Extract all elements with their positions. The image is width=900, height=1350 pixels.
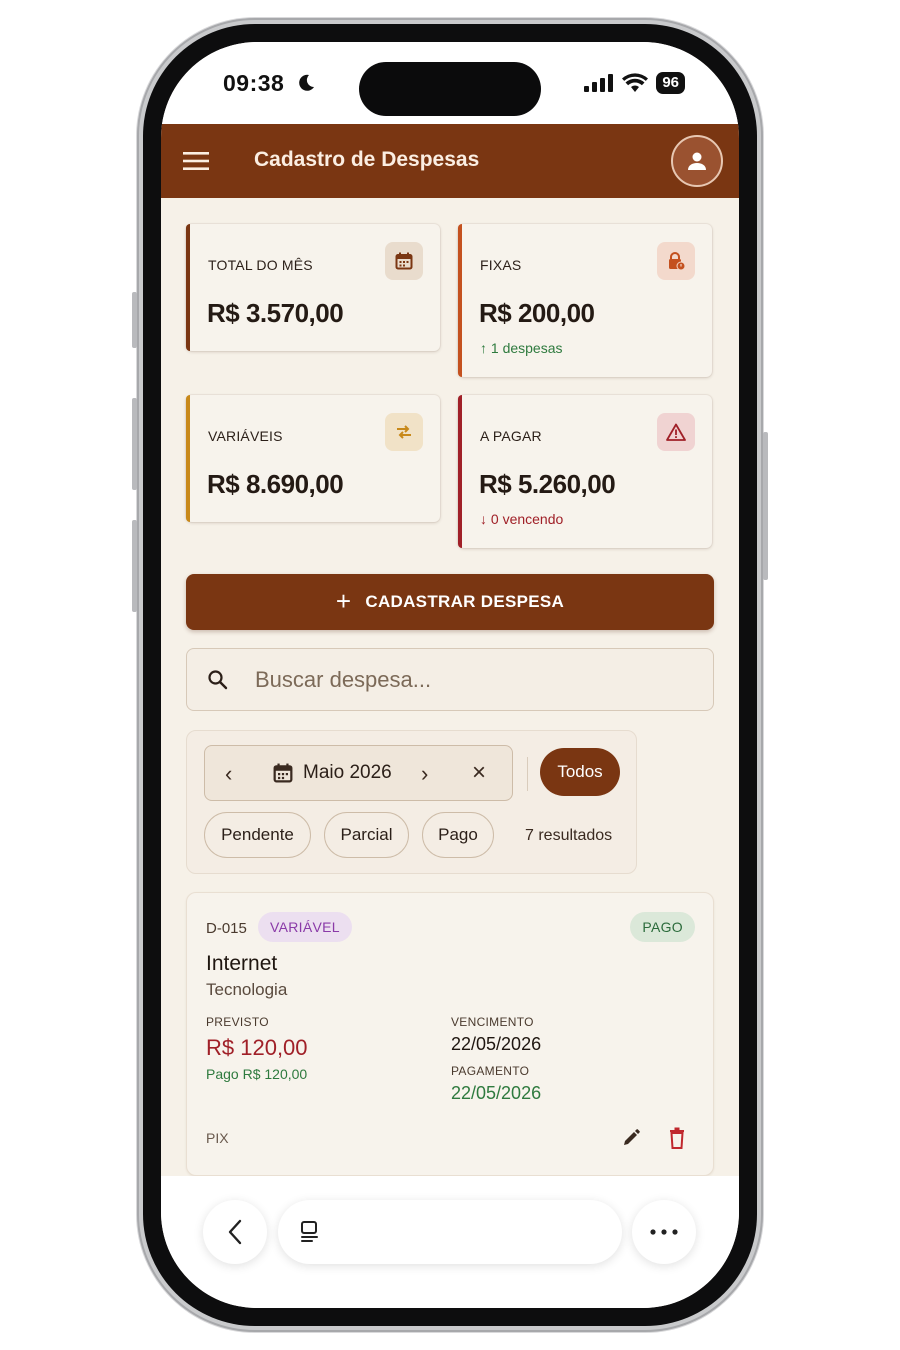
stat-value: R$ 5.260,00 <box>479 469 616 499</box>
stat-value: R$ 3.570,00 <box>207 298 344 328</box>
address-bar[interactable] <box>278 1200 622 1264</box>
payment-date: 22/05/2026 <box>451 1083 542 1103</box>
add-expense-button[interactable]: + CADASTRAR DESPESA <box>186 574 714 630</box>
stat-card-fixed: FIXAS R$ 200,00 ↑ 1 despesas <box>458 224 712 377</box>
battery-indicator: 96 <box>656 72 685 94</box>
stat-label: VARIÁVEIS <box>208 428 283 444</box>
expense-code: D-015 <box>206 920 247 937</box>
action-button <box>132 292 137 348</box>
stat-card-to-pay: A PAGAR R$ 5.260,00 ↓ 0 vencendo <box>458 395 712 548</box>
card-accent <box>458 224 462 377</box>
expense-title: Internet <box>206 952 278 975</box>
search-field[interactable]: Buscar despesa... <box>186 648 714 711</box>
stat-value: R$ 200,00 <box>479 298 595 328</box>
screen: 09:38 96 Cadastro de Despesas TOTAL DO M… <box>161 42 739 1308</box>
lock-icon <box>669 252 686 271</box>
stat-icon-box <box>657 242 695 280</box>
chevron-left-icon[interactable]: ‹ <box>225 761 232 787</box>
results-count: 7 resultados <box>525 827 613 844</box>
search-input[interactable]: Buscar despesa... <box>255 667 431 693</box>
card-accent <box>458 395 462 548</box>
signal-icon <box>584 74 614 92</box>
divider <box>527 757 528 791</box>
due-date: 22/05/2026 <box>451 1034 542 1054</box>
stat-icon-box <box>385 413 423 451</box>
chip-todos[interactable]: Todos <box>540 748 620 796</box>
page-title: Cadastro de Despesas <box>254 148 480 171</box>
status-icons: 96 <box>584 72 685 94</box>
planned-label: PREVISTO <box>206 1015 269 1029</box>
stat-label: A PAGAR <box>480 428 542 444</box>
payment-label: PAGAMENTO <box>451 1064 530 1078</box>
stat-trend: ↓ 0 vencendo <box>480 511 564 527</box>
chevron-right-icon[interactable]: › <box>421 761 428 787</box>
stat-card-total: TOTAL DO MÊS R$ 3.570,00 <box>186 224 440 351</box>
chip-pendente[interactable]: Pendente <box>204 812 311 858</box>
back-button[interactable] <box>203 1200 267 1264</box>
due-label: VENCIMENTO <box>451 1015 534 1029</box>
plus-icon: + <box>335 585 352 616</box>
edit-icon[interactable] <box>621 1128 641 1148</box>
warning-icon <box>666 423 686 441</box>
chip-pago[interactable]: Pago <box>422 812 494 858</box>
dynamic-island <box>359 62 541 116</box>
swap-icon <box>397 425 411 439</box>
volume-down-button <box>132 520 137 612</box>
stat-icon-box <box>385 242 423 280</box>
avatar[interactable] <box>671 135 723 187</box>
status-badge: PAGO <box>630 912 695 942</box>
close-icon[interactable]: × <box>472 759 486 787</box>
search-icon <box>208 670 228 690</box>
status-time: 09:38 <box>223 70 285 96</box>
filter-panel: ‹ Maio 2026 › × Todos Pendente Parcial P… <box>186 730 637 874</box>
status-bar: 09:38 96 <box>161 42 739 124</box>
calendar-icon <box>273 763 293 783</box>
stat-card-variable: VARIÁVEIS R$ 8.690,00 <box>186 395 440 522</box>
menu-icon[interactable] <box>183 150 209 172</box>
stat-label: TOTAL DO MÊS <box>208 257 313 273</box>
more-icon <box>650 1229 678 1235</box>
expense-category: Tecnologia <box>206 980 288 999</box>
tabs-icon <box>301 1221 318 1242</box>
paid-amount: Pago R$ 120,00 <box>206 1066 308 1082</box>
chevron-left-icon <box>228 1219 242 1245</box>
stat-trend: ↑ 1 despesas <box>480 340 563 356</box>
selected-month[interactable]: Maio 2026 <box>303 762 392 784</box>
app-bar: Cadastro de Despesas <box>161 124 739 198</box>
planned-value: R$ 120,00 <box>206 1035 308 1060</box>
expense-card[interactable]: D-015 VARIÁVEL PAGO Internet Tecnologia … <box>186 892 714 1176</box>
stat-label: FIXAS <box>480 257 522 273</box>
trash-icon[interactable] <box>667 1127 687 1149</box>
payment-method: PIX <box>206 1130 229 1146</box>
volume-up-button <box>132 398 137 490</box>
user-icon <box>688 152 706 170</box>
chip-parcial[interactable]: Parcial <box>324 812 409 858</box>
card-accent <box>186 395 190 522</box>
stat-icon-box <box>657 413 695 451</box>
type-badge: VARIÁVEL <box>258 912 352 942</box>
moon-icon <box>299 74 314 91</box>
browser-bottom-bar <box>161 1176 739 1308</box>
add-expense-label: CADASTRAR DESPESA <box>365 592 565 611</box>
calendar-icon <box>395 252 413 270</box>
month-picker: ‹ Maio 2026 › × <box>204 745 513 801</box>
wifi-icon <box>622 73 649 92</box>
stat-value: R$ 8.690,00 <box>207 469 344 499</box>
card-accent <box>186 224 190 351</box>
power-button <box>763 432 768 580</box>
more-button[interactable] <box>632 1200 696 1264</box>
